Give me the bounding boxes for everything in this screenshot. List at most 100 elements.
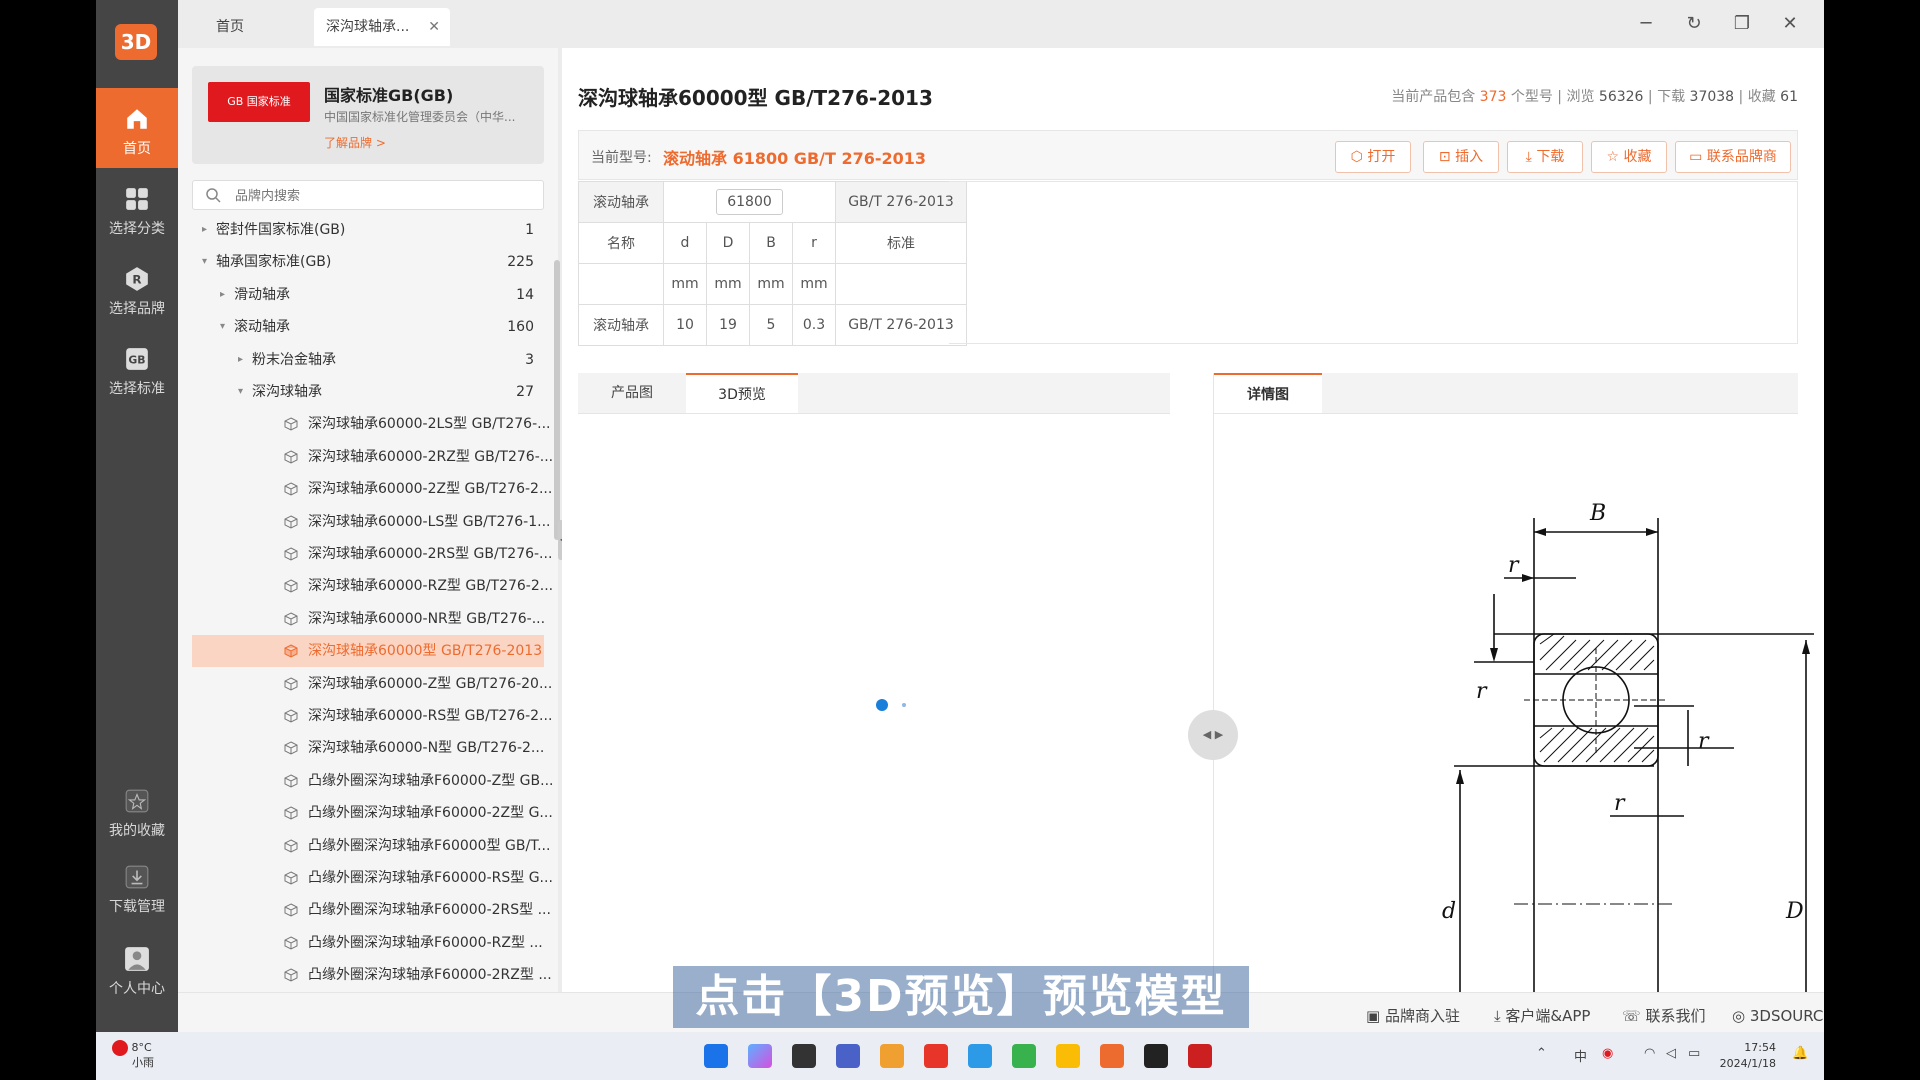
tree-item[interactable]: 深沟球轴承60000-Z型 GB/T276-20... — [192, 668, 552, 700]
footer-link-brand-join[interactable]: ▣ 品牌商入驻 — [1366, 1005, 1460, 1026]
tree-item[interactable]: ▸ 滑动轴承 14 — [192, 279, 544, 311]
tray-chevron-icon[interactable]: ⌃ — [1536, 1046, 1547, 1061]
refresh-icon[interactable]: ↻ — [1682, 12, 1706, 36]
chrome-icon[interactable] — [1056, 1044, 1080, 1068]
copilot-icon[interactable] — [748, 1044, 772, 1068]
tree-item[interactable]: 凸缘外圈深沟球轴承F60000-Z型 GB... — [192, 765, 554, 797]
tree-item-label: 深沟球轴承60000-RS型 GB/T276-2... — [308, 708, 553, 724]
weather-widget[interactable]: 8°C 小雨 — [112, 1040, 154, 1070]
nav-profile[interactable]: 个人中心 — [96, 928, 178, 1008]
tree-item-label: 深沟球轴承60000-Z型 GB/T276-20... — [308, 675, 553, 692]
windows-start-icon[interactable] — [704, 1044, 728, 1068]
solidworks-icon[interactable] — [1188, 1044, 1212, 1068]
tree-item[interactable]: 深沟球轴承60000-RZ型 GB/T276-2... — [192, 570, 553, 602]
chevron-right-icon[interactable]: ▸ — [220, 279, 225, 311]
3d-app-icon[interactable] — [1100, 1044, 1124, 1068]
taskview-icon[interactable] — [792, 1044, 816, 1068]
tree-item[interactable]: 凸缘外圈深沟球轴承F60000-2RZ型 ... — [192, 959, 552, 991]
close-tab-icon[interactable]: ✕ — [428, 8, 440, 46]
preview-tabs: 产品图 3D预览 — [578, 373, 1170, 414]
tree-item[interactable]: 凸缘外圈深沟球轴承F60000-2Z型 G... — [192, 797, 553, 829]
chevron-down-icon[interactable]: ▾ — [238, 376, 243, 408]
taskbar-clock[interactable]: 17:54 2024/1/18 — [1720, 1040, 1776, 1072]
open-button[interactable]: ⬡ 打开 — [1335, 141, 1411, 173]
insert-button[interactable]: ⊡ 插入 — [1423, 141, 1499, 173]
tab-3d-preview[interactable]: 3D预览 — [686, 373, 798, 413]
chevron-down-icon[interactable]: ▾ — [202, 246, 207, 278]
cube-icon — [284, 936, 298, 950]
spec-values-row[interactable]: 滚动轴承 10 19 5 0.3 GB/T 276-2013 — [578, 304, 967, 346]
dim-label-D: D — [1785, 899, 1804, 924]
download-button[interactable]: ⤓ 下载 — [1507, 141, 1583, 173]
tree-item[interactable]: 凸缘外圈深沟球轴承F60000-RS型 G... — [192, 862, 553, 894]
tree-item-label: 粉末冶金轴承 — [252, 351, 336, 368]
nav-favorites[interactable]: 我的收藏 — [96, 770, 178, 850]
tree-item-label: 深沟球轴承60000-2Z型 GB/T276-2... — [308, 481, 553, 498]
nav-brand[interactable]: R 选择品牌 — [96, 248, 178, 328]
tree-item[interactable]: 凸缘外圈深沟球轴承F60000型 GB/T... — [192, 830, 550, 862]
tree-item[interactable]: 深沟球轴承60000-NR型 GB/T276-... — [192, 603, 545, 635]
nav-standard[interactable]: GB 选择标准 — [96, 328, 178, 408]
tree-item-label: 深沟球轴承60000型 GB/T276-2013 — [308, 643, 543, 660]
spec-value: 滚动轴承 — [578, 304, 664, 346]
restore-icon[interactable]: ❐ — [1730, 12, 1754, 36]
tree-item[interactable]: 深沟球轴承60000型 GB/T276-2013 — [192, 635, 544, 668]
sidebar-scrollbar[interactable] — [554, 260, 560, 540]
tray-app-icon[interactable]: ◉ — [1602, 1046, 1613, 1061]
home-icon — [127, 109, 147, 129]
brand-search[interactable] — [192, 180, 544, 210]
brand-link[interactable]: 了解品牌 > — [324, 134, 386, 151]
tab-product-image[interactable]: 产品图 — [578, 373, 686, 413]
tab-detail-drawing[interactable]: 详情图 — [1214, 373, 1322, 413]
nav-category[interactable]: 选择分类 — [96, 168, 178, 248]
tree-item[interactable]: 深沟球轴承60000-LS型 GB/T276-1... — [192, 506, 550, 538]
notification-icon[interactable]: 🔔 — [1792, 1046, 1808, 1061]
brand-sidebar: GB 国家标准 国家标准GB(GB) 中国国家标准化管理委员会（中华... 了解… — [178, 48, 558, 992]
nav-home[interactable]: 首页 — [96, 88, 178, 168]
svg-text:R: R — [132, 272, 141, 286]
tree-item[interactable]: ▾ 轴承国家标准(GB) 225 — [192, 246, 544, 278]
footer-link-website[interactable]: ◎ 3DSOURCE官网 — [1732, 1005, 1824, 1026]
app-red-icon[interactable] — [924, 1044, 948, 1068]
chevron-right-icon[interactable]: ▸ — [202, 214, 207, 246]
tree-item[interactable]: ▸ 密封件国家标准(GB) 1 — [192, 214, 544, 246]
search-input[interactable] — [233, 185, 537, 207]
chevron-down-icon[interactable]: ▾ — [220, 311, 225, 343]
tree-item[interactable]: ▾ 深沟球轴承 27 — [192, 376, 544, 408]
tab-product[interactable]: 深沟球轴承... ✕ — [314, 8, 450, 46]
tree-item[interactable]: 深沟球轴承60000-N型 GB/T276-2... — [192, 732, 544, 764]
tray-ime[interactable]: 中 — [1574, 1046, 1587, 1065]
search-app-icon[interactable] — [880, 1044, 904, 1068]
volume-icon[interactable]: ◁ — [1666, 1046, 1676, 1061]
tree-item[interactable]: 深沟球轴承60000-2Z型 GB/T276-2... — [192, 473, 552, 505]
tree-item[interactable]: 深沟球轴承60000-RS型 GB/T276-2... — [192, 700, 552, 732]
contact-brand-button[interactable]: ▭ 联系品牌商 — [1675, 141, 1791, 173]
tree-item[interactable]: 深沟球轴承60000-2RS型 GB/T276-... — [192, 538, 552, 570]
dim-label-r: r — [1614, 791, 1626, 816]
chevron-right-icon[interactable]: ▸ — [238, 344, 243, 376]
edge-icon[interactable] — [968, 1044, 992, 1068]
footer-link-contact[interactable]: ☏ 联系我们 — [1622, 1005, 1706, 1026]
nav-downloads[interactable]: 下载管理 — [96, 846, 178, 926]
tree-item[interactable]: 凸缘外圈深沟球轴承F60000-RZ型 ... — [192, 927, 544, 959]
tree-item[interactable]: ▾ 滚动轴承 160 — [192, 311, 544, 343]
notepad-icon[interactable] — [836, 1044, 860, 1068]
recorder-icon[interactable] — [1144, 1044, 1168, 1068]
pane-swap-button[interactable]: ◀ ▶ — [1188, 710, 1238, 760]
battery-icon[interactable]: ▭ — [1688, 1046, 1700, 1061]
footer-link-app[interactable]: ⤓ 客户端&APP — [1494, 1005, 1590, 1026]
ie-icon[interactable] — [1012, 1044, 1036, 1068]
model-selector[interactable]: 61800 — [716, 189, 783, 215]
tree-item[interactable]: 深沟球轴承60000-2RZ型 GB/T276-... — [192, 441, 553, 473]
close-window-icon[interactable]: ✕ — [1778, 12, 1802, 36]
favorite-button[interactable]: ☆ 收藏 — [1591, 141, 1667, 173]
minimize-icon[interactable]: ─ — [1634, 12, 1658, 36]
cube-icon — [284, 709, 298, 723]
tree-item[interactable]: 凸缘外圈深沟球轴承F60000-2RS型 ... — [192, 894, 551, 926]
tree-item[interactable]: 深沟球轴承60000-2LS型 GB/T276-... — [192, 408, 550, 440]
tab-home[interactable]: 首页 — [204, 8, 284, 46]
pane-divider[interactable] — [1213, 373, 1214, 993]
tree-item[interactable]: ▸ 粉末冶金轴承 3 — [192, 344, 544, 376]
current-model-value: 滚动轴承 61800 GB/T 276-2013 — [663, 149, 927, 168]
wifi-icon[interactable]: ◠ — [1644, 1046, 1655, 1061]
